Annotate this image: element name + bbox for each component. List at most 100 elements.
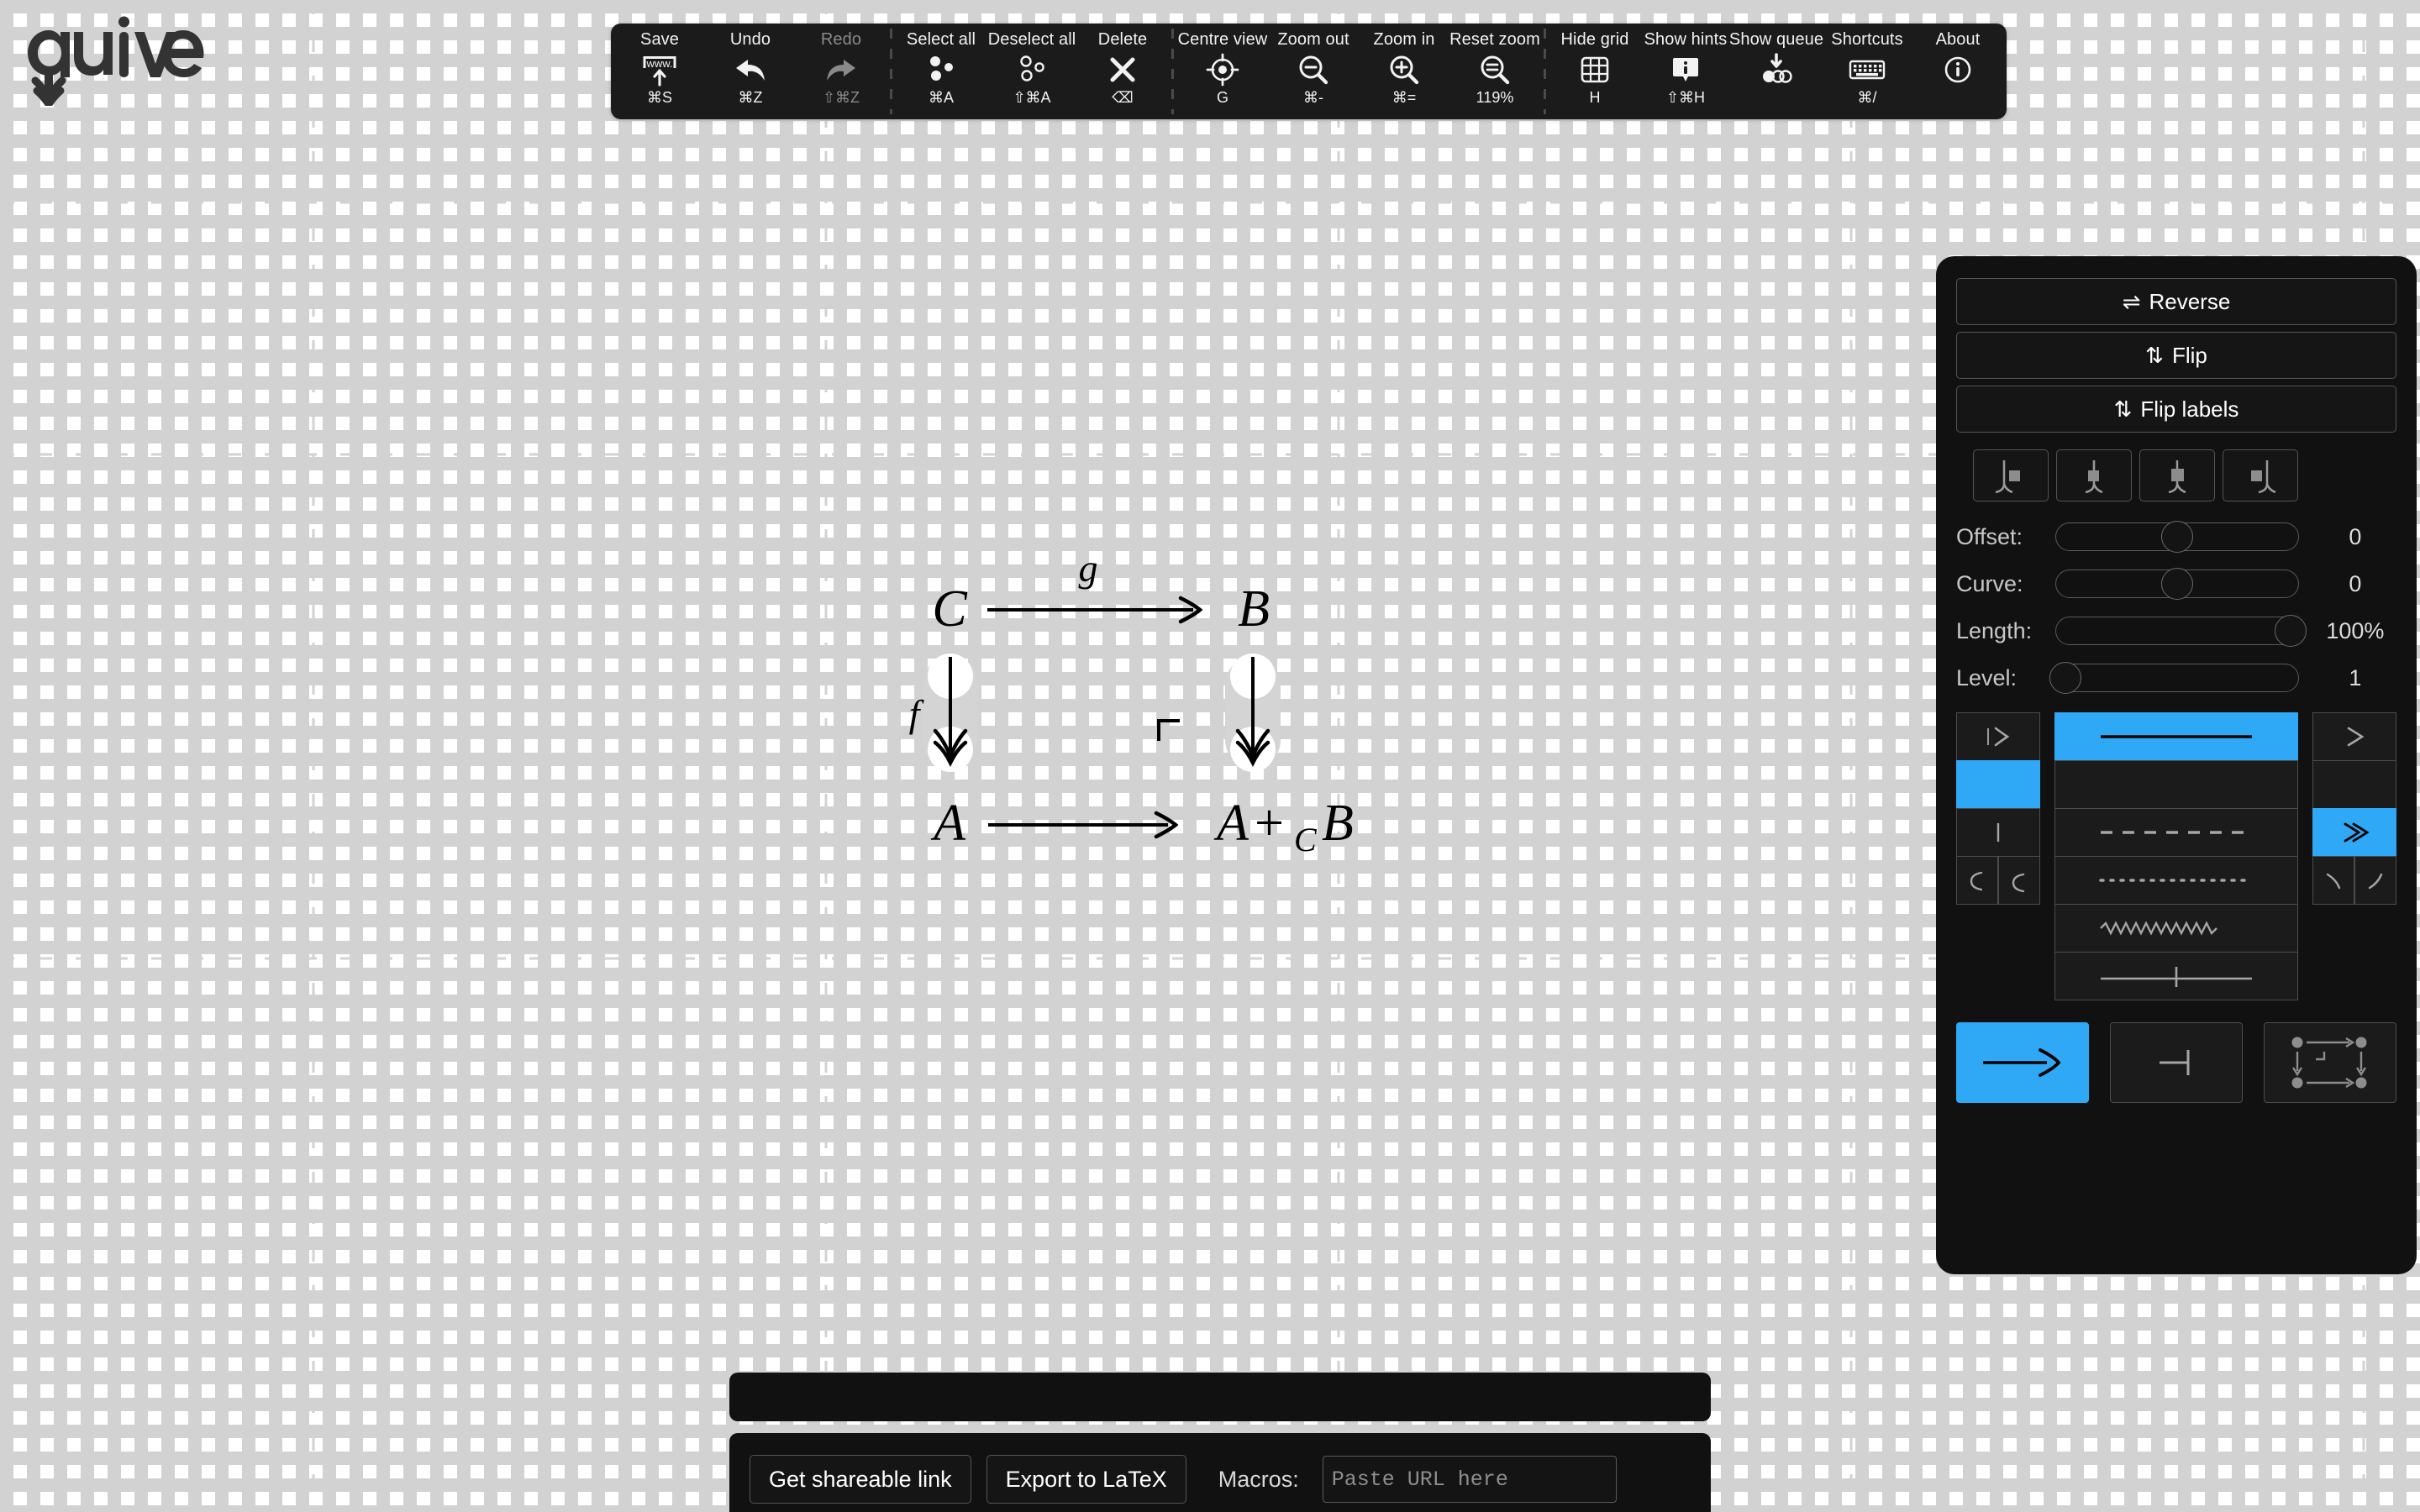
toolbar-item-about[interactable]: About <box>1912 24 2003 119</box>
svg-text:A: A <box>1213 795 1249 852</box>
toolbar-item-undo[interactable]: Undo ⌘Z <box>705 24 796 119</box>
save-www-icon: www. <box>639 50 680 89</box>
toolbar-item-select-all[interactable]: Select all ⌘A <box>896 24 986 119</box>
toolbar-item-label: Deselect all <box>987 30 1076 49</box>
toolbar-item-shortcut: H <box>1589 89 1601 106</box>
toolbar-item-shortcut: ⌘S <box>646 89 672 106</box>
toolbar-separator <box>1171 29 1174 114</box>
tail-style-column <box>1956 712 2040 1000</box>
toolbar-item-shortcut: ⌘= <box>1392 89 1417 106</box>
toolbar-item-label: About <box>1935 30 1981 49</box>
toolbar-item-show-hints[interactable]: Show hints ⇧⌘H <box>1640 24 1731 119</box>
body-style-column <box>2054 712 2298 1000</box>
select-all-icon <box>923 50 960 89</box>
body-style-dashed[interactable] <box>2054 808 2298 857</box>
body-style-dotted[interactable] <box>2054 856 2298 905</box>
toolbar-item-shortcut: ⌫ <box>1112 89 1134 106</box>
toolbar-item-shortcut: G <box>1216 89 1228 106</box>
toolbar-item-shortcut: ⇧⌘H <box>1665 89 1706 106</box>
head-style-none[interactable] <box>2312 760 2396 809</box>
flip-labels-icon: ⇅ <box>2113 396 2133 422</box>
toolbar-item-delete[interactable]: Delete ⌫ <box>1077 24 1168 119</box>
toolbar-item-reset-zoom[interactable]: Reset zoom 119% <box>1449 24 1540 119</box>
level-slider[interactable] <box>2049 662 2299 694</box>
hint-info-icon <box>1669 50 1702 89</box>
label-position-over-above[interactable] <box>2056 449 2132 501</box>
slider-row-level: Level: 1 <box>1956 654 2396 701</box>
toolbar-item-label: Zoom in <box>1373 30 1435 49</box>
export-bar: Get shareable link Export to LaTeX Macro… <box>729 1433 1711 1512</box>
toolbar-item-hide-grid[interactable]: Hide grid H <box>1549 24 1640 119</box>
toolbar-item-zoom-out[interactable]: Zoom out ⌘- <box>1268 24 1359 119</box>
toolbar-item-save[interactable]: Save www. ⌘S <box>614 24 705 119</box>
head-style-twoheads[interactable] <box>2312 808 2396 857</box>
toolbar-item-label: Reset zoom <box>1449 30 1540 49</box>
macros-input[interactable] <box>1322 1456 1617 1503</box>
toolbar-item-shortcuts[interactable]: Shortcuts ⌘/ <box>1822 24 1912 119</box>
length-slider[interactable] <box>2054 615 2307 647</box>
toolbar-item-centre-view[interactable]: Centre view G <box>1177 24 1268 119</box>
flip-label: Flip <box>2171 342 2207 368</box>
about-info-icon <box>1941 50 1975 89</box>
flip-labels-button[interactable]: ⇅ Flip labels <box>1956 386 2396 433</box>
flip-button[interactable]: ⇅ Flip <box>1956 332 2396 379</box>
arrow-type-arrow[interactable] <box>1956 1022 2089 1103</box>
label-position-left[interactable] <box>1973 449 2049 501</box>
curve-slider[interactable] <box>2054 568 2299 600</box>
svg-text:C: C <box>1294 821 1318 858</box>
macros-label: Macros: <box>1218 1466 1299 1492</box>
arrow-type-group <box>1956 1022 2396 1103</box>
label-position-group <box>1973 449 2396 501</box>
toolbar-item-shortcut: ⌘Z <box>738 89 763 106</box>
toolbar-item-shortcut: ⇧⌘A <box>1013 89 1051 106</box>
svg-text:B: B <box>1322 795 1354 852</box>
label-position-right[interactable] <box>2223 449 2298 501</box>
toolbar-separator <box>890 29 892 114</box>
body-style-squiggly[interactable] <box>2054 904 2298 953</box>
toolbar-item-redo[interactable]: Redo ⇧⌘Z <box>796 24 886 119</box>
slider-row-length: Length: 100% <box>1956 607 2396 654</box>
arrow-type-adjunction[interactable] <box>2110 1022 2243 1103</box>
edge-label-input-bar[interactable] <box>729 1373 1711 1421</box>
edge-g <box>987 596 1203 624</box>
offset-slider-knob[interactable] <box>2160 521 2193 553</box>
arrow-type-corner[interactable] <box>2264 1022 2396 1103</box>
body-style-barred[interactable] <box>2054 952 2298 1000</box>
commutative-diagram[interactable]: C B A A + C B g f <box>908 504 1496 907</box>
export-to-latex-button[interactable]: Export to LaTeX <box>986 1455 1186 1504</box>
tail-style-hook-bottom[interactable] <box>1998 856 2040 905</box>
reverse-button[interactable]: ⇌ Reverse <box>1956 278 2396 325</box>
level-slider-knob[interactable] <box>2049 662 2082 694</box>
label-position-over-below[interactable] <box>2139 449 2215 501</box>
vertex-pushout: A + C B <box>1213 795 1354 858</box>
body-style-none[interactable] <box>2054 760 2298 809</box>
toolbar-item-label: Save <box>640 30 679 49</box>
redo-arrow-icon <box>822 50 860 89</box>
keyboard-icon <box>1847 50 1887 89</box>
body-style-solid[interactable] <box>2054 712 2298 761</box>
tail-style-none[interactable] <box>1956 760 2040 809</box>
undo-arrow-icon <box>731 50 770 89</box>
tail-style-bar[interactable] <box>1956 808 2040 857</box>
tail-style-maps-to-hook[interactable] <box>1956 712 2040 761</box>
head-style-harpoon-top[interactable] <box>2312 856 2354 905</box>
arrow-properties-panel: ⇌ Reverse ⇅ Flip ⇅ Flip labels Offset: 0… <box>1936 256 2417 1274</box>
offset-value: 0 <box>2349 523 2362 549</box>
tail-style-hook-top[interactable] <box>1956 856 1998 905</box>
slider-row-curve: Curve: 0 <box>1956 560 2396 607</box>
toolbar-item-deselect-all[interactable]: Deselect all ⇧⌘A <box>986 24 1077 119</box>
curve-slider-knob[interactable] <box>2160 568 2193 600</box>
head-style-normal[interactable] <box>2312 712 2396 761</box>
length-slider-knob[interactable] <box>2275 615 2307 647</box>
edge-label-f: f <box>909 692 925 735</box>
head-style-harpoon-bottom[interactable] <box>2354 856 2396 905</box>
toolbar-item-zoom-in[interactable]: Zoom in ⌘= <box>1359 24 1449 119</box>
flip-labels-label: Flip labels <box>2140 396 2239 422</box>
offset-slider[interactable] <box>2054 521 2299 553</box>
curve-value: 0 <box>2349 570 2362 596</box>
toolbar-item-label: Show hints <box>1644 30 1728 49</box>
toolbar-item-show-queue[interactable]: Show queue <box>1729 24 1823 119</box>
app-root: Save www. ⌘S Undo ⌘Z Redo ⇧⌘Z Select all ⌘A… <box>0 0 2420 1512</box>
length-value: 100% <box>2326 617 2385 643</box>
get-shareable-link-button[interactable]: Get shareable link <box>750 1455 971 1504</box>
